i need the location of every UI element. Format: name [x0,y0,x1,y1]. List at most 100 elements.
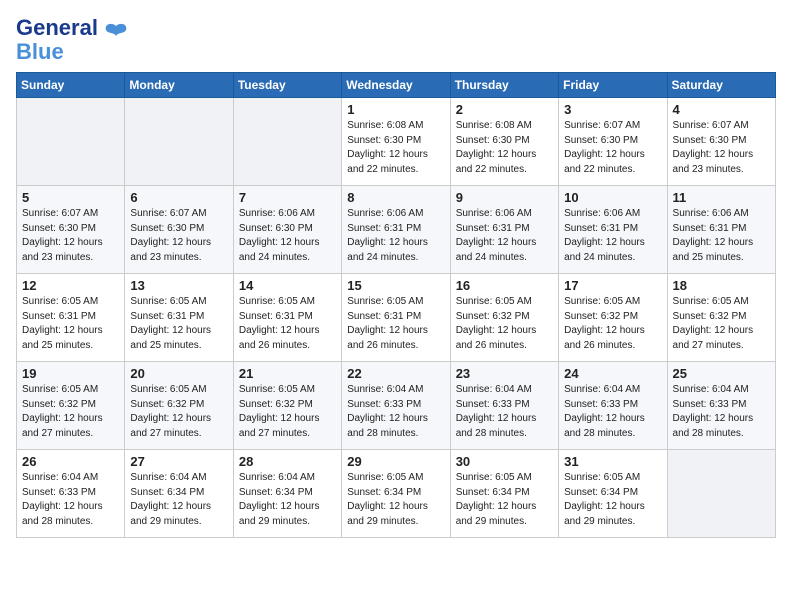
daylight-hours: Daylight: 12 hours [239,325,320,336]
sun-info: and 22 minutes. [564,164,635,175]
day-info: Sunrise: 6:06 AMSunset: 6:31 PMDaylight:… [564,207,662,265]
day-number: 24 [564,366,662,381]
day-number: 21 [239,366,337,381]
day-info: Sunrise: 6:04 AMSunset: 6:33 PMDaylight:… [673,383,771,441]
calendar-cell: 17Sunrise: 6:05 AMSunset: 6:32 PMDayligh… [559,274,667,362]
sun-info: Sunset: 6:32 PM [456,311,530,322]
sun-info: and 23 minutes. [130,252,201,263]
col-header-thursday: Thursday [450,73,558,98]
day-info: Sunrise: 6:07 AM Sunset: 6:30 PM Daylight:… [22,207,120,265]
sun-info: and 28 minutes. [564,428,635,439]
sun-info: Sunset: 6:34 PM [347,487,421,498]
daylight-hours: Daylight: 12 hours [564,413,645,424]
calendar-cell: 2Sunrise: 6:08 AMSunset: 6:30 PMDaylight… [450,98,558,186]
calendar-cell: 13Sunrise: 6:05 AMSunset: 6:31 PMDayligh… [125,274,233,362]
sun-info: Sunrise: 6:05 AM [347,296,423,307]
sun-info: and 24 minutes. [347,252,418,263]
calendar-cell: 21Sunrise: 6:05 AMSunset: 6:32 PMDayligh… [233,362,341,450]
daylight-hours: Daylight: 12 hours [347,325,428,336]
col-header-wednesday: Wednesday [342,73,450,98]
sun-info: Sunset: 6:30 PM [564,135,638,146]
daylight-hours: Daylight: 12 hours [22,325,103,336]
sun-info: Sunset: 6:32 PM [673,311,747,322]
calendar-cell [17,98,125,186]
day-info: Sunrise: 6:05 AMSunset: 6:32 PMDaylight:… [22,383,120,441]
sun-info: and 28 minutes. [347,428,418,439]
calendar-cell: 9Sunrise: 6:06 AMSunset: 6:31 PMDaylight… [450,186,558,274]
sun-info: Sunrise: 6:06 AM [564,208,640,219]
calendar-cell: 3Sunrise: 6:07 AMSunset: 6:30 PMDaylight… [559,98,667,186]
logo-bird-icon [102,20,130,53]
day-info: Sunrise: 6:04 AMSunset: 6:33 PMDaylight:… [22,471,120,529]
daylight-hours: Daylight: 12 hours [22,237,103,248]
sun-info: Sunrise: 6:05 AM [239,384,315,395]
sun-info: and 28 minutes. [456,428,527,439]
day-number: 30 [456,454,554,469]
sun-info: Sunrise: 6:06 AM [456,208,532,219]
sun-info: and 29 minutes. [456,516,527,527]
sun-info: Sunrise: 6:04 AM [564,384,640,395]
calendar-week-5: 26 Sunrise: 6:04 AMSunset: 6:33 PMDayligh… [17,450,776,538]
daylight-hours: Daylight: 12 hours [347,501,428,512]
sun-info: Sunset: 6:31 PM [239,311,313,322]
daylight-hours: Daylight: 12 hours [564,501,645,512]
day-info: Sunrise: 6:07 AMSunset: 6:30 PMDaylight:… [564,119,662,177]
calendar-body: 1 Sunrise: 6:08 AM Sunset: 6:30 PM Daylight… [17,98,776,538]
sun-info: and 23 minutes. [22,252,93,263]
calendar-cell: 5Sunrise: 6:07 AMSunset: 6:30 PMDaylight… [17,186,125,274]
calendar-header-row: SundayMondayTuesdayWednesdayThursdayFrid… [17,73,776,98]
day-info: Sunrise: 6:07 AMSunset: 6:30 PMDaylight:… [673,119,771,177]
sun-info: Sunset: 6:30 PM [22,223,96,234]
logo: General Blue [16,16,130,64]
daylight-hours: Daylight: 12 hours [456,325,537,336]
calendar-cell: 16Sunrise: 6:05 AMSunset: 6:32 PMDayligh… [450,274,558,362]
day-number: 9 [456,190,554,205]
daylight-hours: Daylight: 12 hours [130,325,211,336]
day-number: 8 [347,190,445,205]
day-number: 1 [347,102,445,117]
calendar-cell: 30Sunrise: 6:05 AMSunset: 6:34 PMDayligh… [450,450,558,538]
daylight-hours: Daylight: 12 hours [673,237,754,248]
daylight-hours: Daylight: 12 hours [347,149,428,160]
col-header-saturday: Saturday [667,73,775,98]
sun-info: and 27 minutes. [130,428,201,439]
sun-info: Sunrise: 6:07 AM [22,208,98,219]
daylight-hours: Daylight: 12 hours [347,237,428,248]
sun-info: Sunrise: 6:05 AM [22,384,98,395]
sun-info: Sunset: 6:30 PM [347,135,421,146]
sun-info: Sunrise: 6:05 AM [239,296,315,307]
sun-info: Sunset: 6:34 PM [564,487,638,498]
day-number: 26 [22,454,120,469]
sun-info: Sunrise: 6:04 AM [347,384,423,395]
day-info: Sunrise: 6:05 AMSunset: 6:34 PMDaylight:… [564,471,662,529]
sun-info: and 26 minutes. [347,340,418,351]
calendar-cell [233,98,341,186]
day-number: 14 [239,278,337,293]
sun-info: and 28 minutes. [22,516,93,527]
day-number: 25 [673,366,771,381]
calendar-cell: 11Sunrise: 6:06 AMSunset: 6:31 PMDayligh… [667,186,775,274]
sun-info: and 24 minutes. [456,252,527,263]
sun-info: Sunrise: 6:06 AM [239,208,315,219]
sun-info: and 27 minutes. [22,428,93,439]
sun-info: Sunset: 6:31 PM [347,311,421,322]
day-info: Sunrise: 6:05 AMSunset: 6:34 PMDaylight:… [347,471,445,529]
daylight-hours: Daylight: 12 hours [130,237,211,248]
day-info: Sunrise: 6:07 AMSunset: 6:30 PMDaylight:… [130,207,228,265]
sun-info: and 26 minutes. [456,340,527,351]
sun-info: Sunset: 6:31 PM [130,311,204,322]
sun-info: Sunset: 6:31 PM [673,223,747,234]
day-info: Sunrise: 6:04 AMSunset: 6:33 PMDaylight:… [456,383,554,441]
day-number: 27 [130,454,228,469]
day-info: Sunrise: 6:05 AMSunset: 6:32 PMDaylight:… [456,295,554,353]
sun-info: Sunrise: 6:04 AM [456,384,532,395]
daylight-hours: Daylight: 12 hours [456,413,537,424]
day-number: 29 [347,454,445,469]
daylight-hours: Daylight: 12 hours [239,237,320,248]
sun-info: Sunrise: 6:08 AM [347,120,423,131]
sun-info: Sunset: 6:30 PM [673,135,747,146]
sun-info: Sunset: 6:32 PM [564,311,638,322]
daylight-hours: Daylight: 12 hours [130,501,211,512]
sun-info: Sunset: 6:34 PM [130,487,204,498]
daylight-hours: Daylight: 12 hours [130,413,211,424]
